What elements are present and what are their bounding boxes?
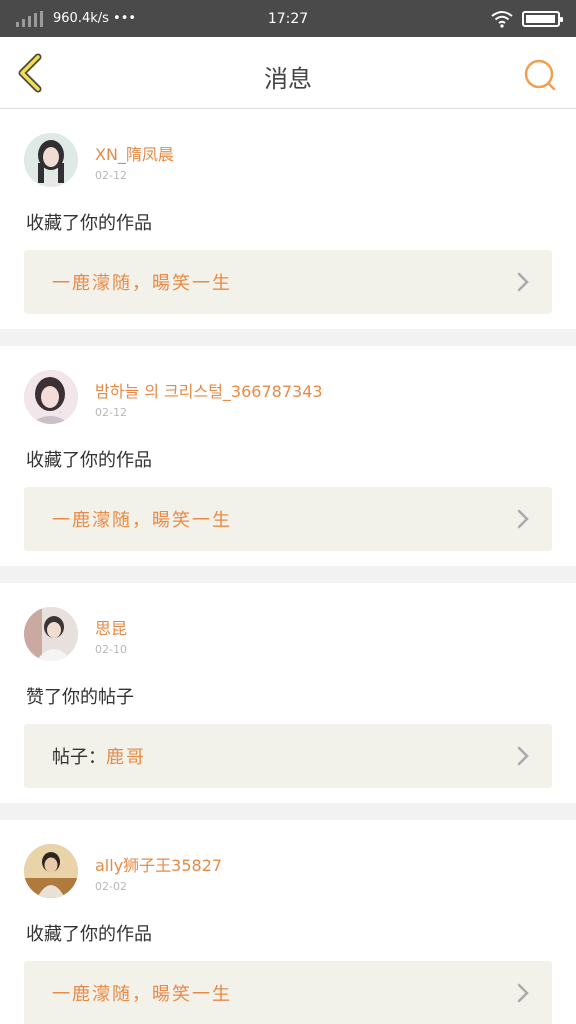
avatar[interactable] xyxy=(24,607,78,661)
message-item[interactable]: · 밤하늘 의 크리스털_366787343 02-12 收藏了你的作品 一鹿濛… xyxy=(0,346,576,566)
message-date: 02-10 xyxy=(95,643,127,656)
signal-bars-icon xyxy=(16,10,43,27)
page-title: 消息 xyxy=(264,65,312,93)
message-item[interactable]: 思昆 02-10 赞了你的帖子 帖子： 鹿哥 xyxy=(0,583,576,803)
app-header: 消息 xyxy=(0,37,576,109)
ref-title: 鹿哥 xyxy=(106,747,146,768)
action-text: 收藏了你的作品 xyxy=(26,450,152,471)
wifi-icon xyxy=(491,10,513,28)
search-icon xyxy=(524,59,556,91)
chevron-right-icon xyxy=(517,509,529,529)
username[interactable]: ally狮子王35827 xyxy=(95,852,222,876)
username[interactable]: 밤하늘 의 크리스털_366787343 xyxy=(95,378,323,402)
username[interactable]: XN_隋凤晨 xyxy=(95,141,174,165)
referenced-work[interactable]: 一鹿濛随，暘笑一生 xyxy=(24,961,552,1024)
search-button[interactable] xyxy=(520,55,560,95)
avatar[interactable]: · xyxy=(24,370,78,424)
battery-icon xyxy=(522,10,563,27)
ref-title: 一鹿濛随，暘笑一生 xyxy=(52,273,232,294)
username[interactable]: 思昆 xyxy=(95,615,127,639)
ref-title: 一鹿濛随，暘笑一生 xyxy=(52,984,232,1005)
status-bar: 960.4k/s ••• 17:27 xyxy=(0,0,576,37)
chevron-right-icon xyxy=(517,746,529,766)
referenced-post[interactable]: 帖子： 鹿哥 xyxy=(24,724,552,788)
message-date: 02-12 xyxy=(95,406,127,419)
ref-prefix: 帖子： xyxy=(52,747,106,768)
referenced-work[interactable]: 一鹿濛随，暘笑一生 xyxy=(24,250,552,314)
action-text: 赞了你的帖子 xyxy=(26,687,134,708)
network-speed: 960.4k/s ••• xyxy=(53,11,137,26)
referenced-work[interactable]: 一鹿濛随，暘笑一生 xyxy=(24,487,552,551)
message-date: 02-02 xyxy=(95,880,127,893)
message-item[interactable]: XN_隋凤晨 02-12 收藏了你的作品 一鹿濛随，暘笑一生 xyxy=(0,109,576,329)
battery-level xyxy=(526,14,555,23)
chevron-right-icon xyxy=(517,272,529,292)
avatar[interactable] xyxy=(24,133,78,187)
ref-title: 一鹿濛随，暘笑一生 xyxy=(52,510,232,531)
message-list: XN_隋凤晨 02-12 收藏了你的作品 一鹿濛随，暘笑一生 · 밤하늘 의 크… xyxy=(0,109,576,1024)
action-text: 收藏了你的作品 xyxy=(26,213,152,234)
chevron-right-icon xyxy=(517,983,529,1003)
avatar[interactable] xyxy=(24,844,78,898)
message-date: 02-12 xyxy=(95,169,127,182)
action-text: 收藏了你的作品 xyxy=(26,924,152,945)
message-item[interactable]: ally狮子王35827 02-02 收藏了你的作品 一鹿濛随，暘笑一生 xyxy=(0,820,576,1024)
